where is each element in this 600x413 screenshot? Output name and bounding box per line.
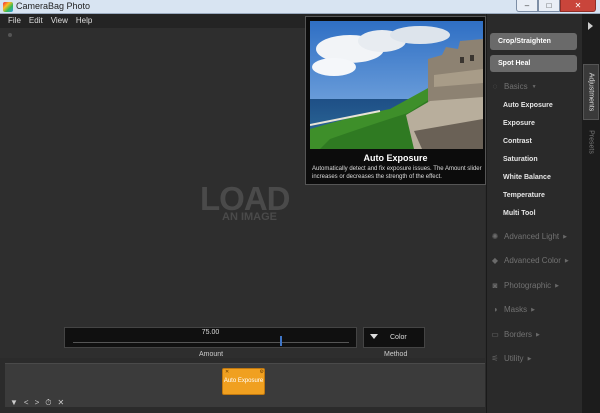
canvas-marker-icon [8, 33, 12, 37]
section-borders[interactable]: ▭ Borders ▶ [490, 328, 540, 341]
adjustments-panel: Crop/Straighten Spot Heal ◌ Basics ▼ Aut… [486, 14, 582, 413]
basics-item-saturation[interactable]: Saturation [503, 156, 538, 163]
basics-item-temperature[interactable]: Temperature [503, 192, 545, 199]
chevron-right-icon: ▶ [555, 282, 560, 289]
chevron-down-icon: ▼ [531, 83, 537, 90]
method-value: Color [390, 334, 407, 341]
close-button[interactable]: ✕ [560, 0, 596, 12]
crop-straighten-button[interactable]: Crop/Straighten [490, 33, 577, 50]
basics-icon: ◌ [492, 82, 498, 91]
chevron-right-icon: ▶ [527, 355, 532, 362]
basics-item-exposure[interactable]: Exposure [503, 120, 535, 127]
tab-adjustments-label: Adjustments [587, 72, 595, 112]
section-borders-label: Borders [504, 330, 533, 339]
mask-icon: ◑ [492, 305, 498, 314]
chevron-right-icon: ▶ [536, 331, 540, 338]
previous-icon[interactable]: < [24, 398, 29, 408]
strip-toolbar: ▼ < > ⏱ ✕ [10, 398, 64, 408]
panel-tabs: Adjustments Presets [582, 14, 600, 413]
camera-icon: ◙ [492, 281, 498, 290]
window-controls: – □ ✕ [516, 0, 596, 12]
history-icon[interactable]: ⏱ [45, 398, 51, 408]
maximize-button[interactable]: □ [538, 0, 560, 12]
tab-presets[interactable]: Presets [583, 122, 599, 162]
menu-edit[interactable]: Edit [29, 14, 43, 28]
border-icon: ▭ [491, 330, 499, 339]
menu-view[interactable]: View [51, 14, 68, 28]
collapse-icon[interactable]: ▼ [10, 398, 18, 408]
load-image-subtext[interactable]: AN IMAGE [222, 211, 277, 223]
tab-presets-label: Presets [587, 130, 595, 154]
section-advanced-color-label: Advanced Color [504, 256, 561, 265]
basics-item-auto-exposure[interactable]: Auto Exposure [503, 102, 553, 109]
section-photographic[interactable]: ◙ Photographic ▶ [490, 279, 559, 292]
chip-options-icon[interactable]: ⚙ [260, 369, 264, 375]
app-icon [3, 2, 13, 12]
effect-chip-label: Auto Exposure [223, 378, 264, 384]
section-photographic-label: Photographic [504, 281, 552, 290]
tooltip-description: Automatically detect and fix exposure is… [312, 166, 482, 180]
amount-slider-thumb[interactable] [280, 336, 282, 346]
menu-file[interactable]: File [8, 14, 21, 28]
tooltip-title: Auto Exposure [363, 153, 428, 163]
basics-item-contrast[interactable]: Contrast [503, 138, 532, 145]
preview-image [310, 21, 483, 149]
amount-slider[interactable]: 75.00 [64, 327, 357, 348]
effect-tooltip: Auto Exposure Automatically detect and f… [305, 16, 486, 185]
section-basics-label: Basics [504, 82, 528, 91]
section-advanced-color[interactable]: ◆ Advanced Color ▶ [490, 254, 569, 267]
section-advanced-light[interactable]: ✺ Advanced Light ▶ [490, 230, 567, 243]
tab-adjustments[interactable]: Adjustments [583, 64, 599, 120]
section-utility-label: Utility [504, 354, 524, 363]
clear-icon[interactable]: ✕ [58, 398, 65, 408]
basics-item-multi-tool[interactable]: Multi Tool [503, 210, 536, 217]
spot-heal-button[interactable]: Spot Heal [490, 55, 577, 72]
menu-help[interactable]: Help [76, 14, 92, 28]
section-masks[interactable]: ◑ Masks ▶ [490, 303, 535, 316]
sun-icon: ✺ [491, 232, 499, 241]
collapse-panel-icon[interactable] [588, 22, 593, 30]
amount-slider-track[interactable] [73, 342, 349, 343]
utility-icon: ⚟ [491, 354, 499, 363]
section-masks-label: Masks [504, 305, 528, 314]
title-bar: CameraBag Photo – □ ✕ [0, 0, 600, 14]
amount-value: 75.00 [201, 329, 220, 336]
chip-remove-icon[interactable]: ✕ [225, 369, 229, 375]
basics-item-white-balance[interactable]: White Balance [503, 174, 551, 181]
minimize-button[interactable]: – [516, 0, 538, 12]
method-dropdown[interactable]: Color [363, 327, 425, 348]
section-utility[interactable]: ⚟ Utility ▶ [490, 352, 531, 365]
next-icon[interactable]: > [35, 398, 40, 408]
dropdown-arrow-icon [370, 334, 378, 339]
chevron-right-icon: ▶ [563, 233, 568, 240]
method-label: Method [384, 351, 408, 358]
effect-chip-auto-exposure[interactable]: ✕ ⚙ Auto Exposure [222, 368, 265, 395]
section-advanced-light-label: Advanced Light [504, 232, 560, 241]
chevron-right-icon: ▶ [564, 257, 569, 264]
droplet-icon: ◆ [491, 256, 499, 265]
chevron-right-icon: ▶ [531, 306, 535, 313]
section-basics[interactable]: ◌ Basics ▼ [490, 80, 537, 93]
amount-label: Amount [199, 351, 224, 358]
window-title: CameraBag Photo [16, 1, 91, 11]
